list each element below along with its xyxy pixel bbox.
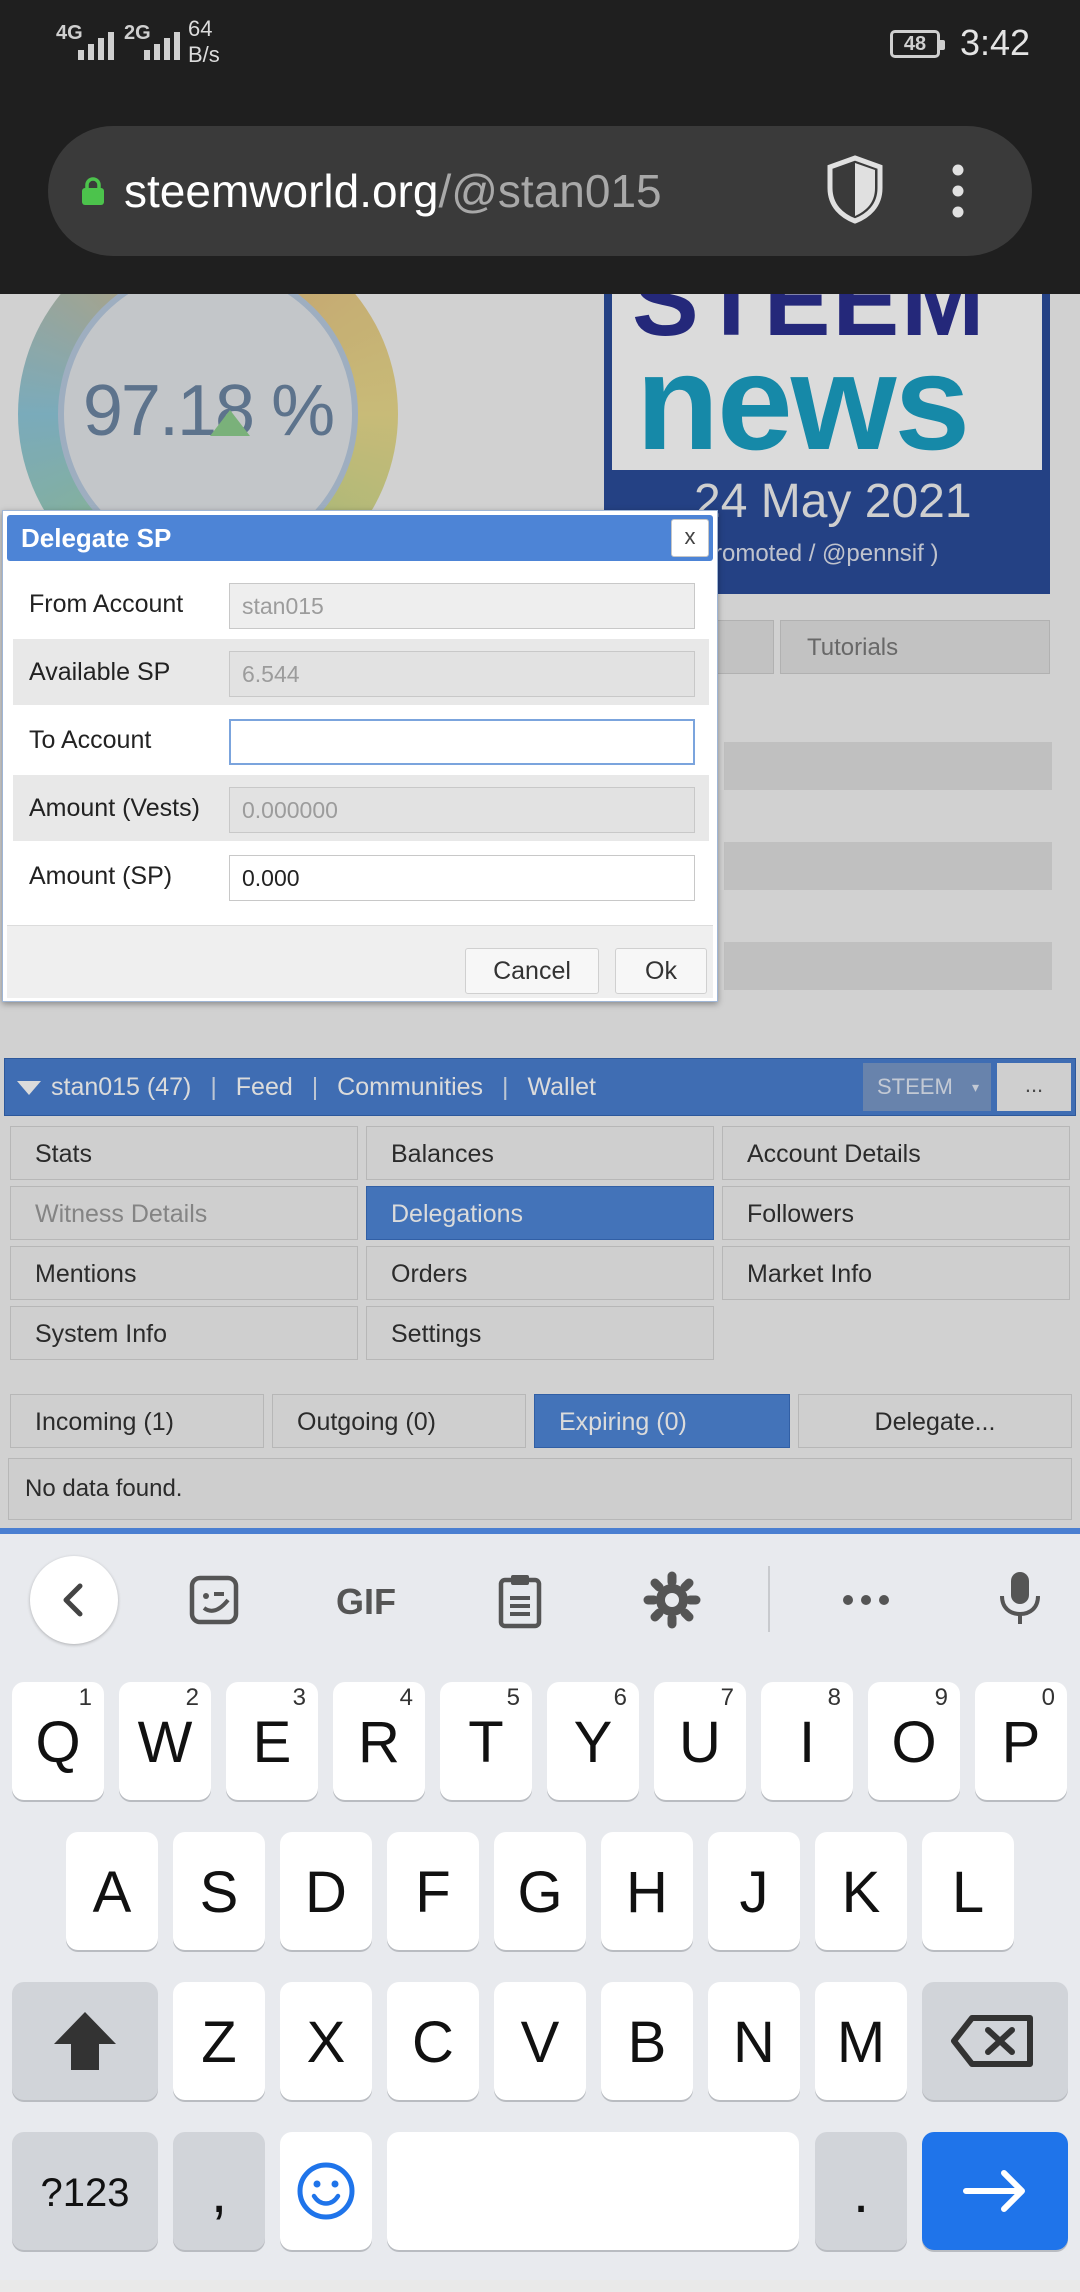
period-key[interactable]: . [815,2132,907,2250]
space-key[interactable] [387,2132,799,2250]
available-sp-label: Available SP [29,658,171,686]
sticker-icon[interactable] [184,1570,244,1630]
gif-icon[interactable]: GIF [326,1572,406,1632]
back-icon[interactable] [30,1556,118,1644]
from-account-row: From Account stan015 [13,571,709,637]
lock-icon [82,177,104,205]
browser-toolbar: steemworld.org/@stan015 [0,90,1080,294]
available-sp-field: 6.544 [229,651,695,697]
key-z[interactable]: Z [173,1982,265,2100]
to-account-label: To Account [29,726,152,754]
key-b[interactable]: B [601,1982,693,2100]
key-w[interactable]: W2 [119,1682,211,1800]
dialog-footer: Cancel Ok [7,925,713,998]
key-r[interactable]: R4 [333,1682,425,1800]
key-d[interactable]: D [280,1832,372,1950]
key-n[interactable]: N [708,1982,800,2100]
shield-icon[interactable] [824,154,886,224]
key-s[interactable]: S [173,1832,265,1950]
backspace-key[interactable] [922,1982,1068,2100]
url-domain: steemworld.org [124,165,439,217]
signal-strength-icon [78,24,114,60]
key-j[interactable]: J [708,1832,800,1950]
ok-button[interactable]: Ok [615,948,707,994]
to-account-input[interactable] [229,719,695,765]
arrow-right-icon [963,2170,1025,2212]
clipboard-icon[interactable] [490,1570,550,1630]
amount-sp-row: Amount (SP) 0.000 [13,843,709,909]
more-vert-icon[interactable] [948,164,968,218]
close-button[interactable]: x [671,519,709,557]
signal-strength-icon-2 [144,24,180,60]
amount-vests-label: Amount (Vests) [29,794,200,822]
amount-vests-row: Amount (Vests) 0.000000 [13,775,709,841]
on-screen-keyboard: GIF Q1 W2 E3 R4 T5 Y6 U7 I8 O9 P0 A S D … [0,1534,1080,2280]
key-e[interactable]: E3 [226,1682,318,1800]
comma-key[interactable]: , [173,2132,265,2250]
address-bar[interactable]: steemworld.org/@stan015 [48,126,1032,256]
symbols-key[interactable]: ?123 [12,2132,158,2250]
shift-icon [54,2012,116,2070]
battery-icon: 48 [890,30,945,58]
battery-level: 48 [903,33,927,55]
key-p[interactable]: P0 [975,1682,1067,1800]
key-a[interactable]: A [66,1832,158,1950]
key-c[interactable]: C [387,1982,479,2100]
more-horiz-icon[interactable] [836,1570,896,1630]
mic-icon[interactable] [990,1568,1050,1628]
amount-sp-label: Amount (SP) [29,862,173,890]
to-account-row: To Account [13,707,709,773]
amount-sp-input[interactable]: 0.000 [229,855,695,901]
cancel-button[interactable]: Cancel [465,948,599,994]
network-speed-unit: B/s [188,42,220,67]
emoji-key[interactable] [280,2132,372,2250]
key-t[interactable]: T5 [440,1682,532,1800]
available-sp-row: Available SP 6.544 [13,639,709,705]
amount-vests-field: 0.000000 [229,787,695,833]
key-k[interactable]: K [815,1832,907,1950]
key-q[interactable]: Q1 [12,1682,104,1800]
settings-icon[interactable] [642,1570,702,1630]
status-bar: 4G 2G 64 B/s 48 3:42 [0,0,1080,90]
network-speed-value: 64 [188,16,213,41]
url-path: /@stan015 [438,165,662,217]
key-u[interactable]: U7 [654,1682,746,1800]
enter-key[interactable] [922,2132,1068,2250]
key-h[interactable]: H [601,1832,693,1950]
emoji-icon [297,2162,355,2220]
dialog-title: Delegate SP [7,515,713,561]
key-o[interactable]: O9 [868,1682,960,1800]
from-account-field: stan015 [229,583,695,629]
shift-key[interactable] [12,1982,158,2100]
url-text[interactable]: steemworld.org/@stan015 [124,164,662,218]
key-i[interactable]: I8 [761,1682,853,1800]
delegate-sp-dialog: Delegate SP x From Account stan015 Avail… [2,510,718,1002]
from-account-label: From Account [29,590,184,618]
key-l[interactable]: L [922,1832,1014,1950]
key-y[interactable]: Y6 [547,1682,639,1800]
backspace-icon [951,2015,1033,2067]
divider [768,1566,770,1632]
key-f[interactable]: F [387,1832,479,1950]
key-x[interactable]: X [280,1982,372,2100]
key-v[interactable]: V [494,1982,586,2100]
network-speed: 64 B/s [188,16,220,68]
clock: 3:42 [960,22,1031,63]
key-m[interactable]: M [815,1982,907,2100]
key-g[interactable]: G [494,1832,586,1950]
